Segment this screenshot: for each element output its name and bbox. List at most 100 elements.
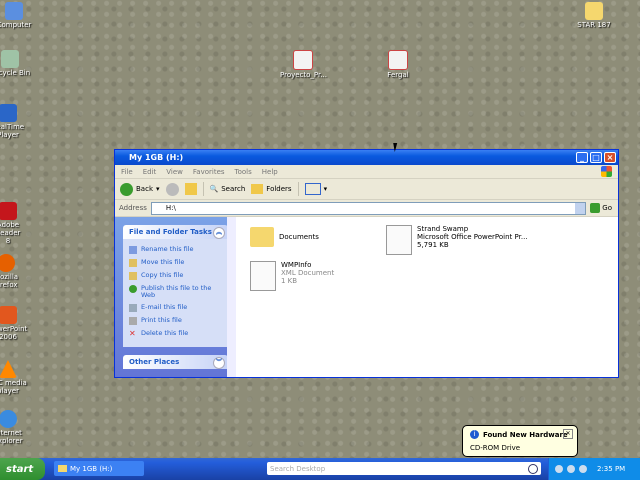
go-button[interactable]: Go	[590, 203, 612, 213]
task-email[interactable]: E-mail this file	[129, 304, 222, 312]
panel-header[interactable]: Other Places ︾	[123, 355, 228, 369]
notification-title: Found New Hardware	[483, 431, 568, 439]
toolbar-separator	[297, 182, 299, 196]
file-list: Documents Strand Swamp Microsoft Office …	[236, 217, 618, 377]
desktop-icon-label: Recycle Bin	[0, 69, 31, 77]
folder-icon	[58, 465, 67, 472]
mouse-cursor-icon	[393, 143, 403, 152]
task-rename[interactable]: Rename this file	[129, 246, 222, 254]
folders-icon	[251, 184, 264, 194]
network-icon[interactable]	[579, 465, 587, 473]
file-item-wmpinfo[interactable]: WMPInfo XML Document 1 KB	[250, 261, 334, 291]
file-folder-tasks-panel: File and Folder Tasks ︽ Rename this file…	[123, 225, 228, 347]
explorer-window[interactable]: My 1GB (H:) _ □ × File Edit View Favorit…	[114, 149, 619, 378]
panel-title: Other Places	[129, 358, 180, 366]
go-arrow-icon	[590, 203, 601, 213]
address-dropdown-button[interactable]	[575, 202, 586, 214]
taskbar-item-explorer[interactable]: My 1GB (H:)	[54, 461, 144, 476]
search-icon[interactable]	[528, 464, 538, 474]
task-move[interactable]: Move this file	[129, 259, 222, 267]
menu-tools[interactable]: Tools	[235, 168, 252, 176]
address-bar: Address H:\ Go	[115, 200, 618, 217]
go-label: Go	[602, 204, 612, 212]
search-label: Search	[221, 185, 246, 193]
window-title: My 1GB (H:)	[129, 153, 184, 162]
search-icon: 🔍	[209, 185, 219, 193]
desktop-icon-fergal[interactable]: Fergal	[376, 50, 420, 79]
title-bar[interactable]: My 1GB (H:) _ □ ×	[115, 150, 618, 165]
up-folder-button[interactable]	[184, 183, 197, 195]
hardware-icon[interactable]	[567, 465, 575, 473]
player-icon	[0, 104, 17, 122]
panel-header[interactable]: File and Folder Tasks ︽	[123, 225, 228, 239]
globe-icon	[129, 285, 137, 293]
file-type: XML Document	[281, 269, 335, 277]
window-content: File and Folder Tasks ︽ Rename this file…	[115, 217, 618, 377]
menu-view[interactable]: View	[166, 168, 183, 176]
task-copy[interactable]: Copy this file	[129, 272, 222, 280]
desktop-icon-label: Fergal	[387, 71, 409, 79]
other-places-panel: Other Places ︾	[123, 355, 228, 369]
desktop-icon-star[interactable]: STAR 187	[572, 2, 616, 29]
email-icon	[129, 304, 137, 312]
task-label: Delete this file	[141, 329, 189, 337]
tray-icon[interactable]	[555, 465, 563, 473]
task-pane-scrollbar[interactable]	[227, 217, 236, 377]
desktop-icon-vlc[interactable]: VLC media player	[0, 360, 30, 395]
back-button[interactable]: Back ▾	[120, 182, 160, 196]
desktop-icon-proyecto[interactable]: Proyecto_Pr...	[280, 50, 327, 79]
folder-icon	[585, 2, 603, 20]
file-size: 1 KB	[281, 277, 298, 285]
collapse-icon[interactable]: ︽	[213, 227, 225, 239]
powerpoint-file-icon	[293, 50, 313, 70]
task-publish[interactable]: Publish this file to the Web	[129, 285, 222, 299]
search-button[interactable]: 🔍 Search	[210, 185, 246, 193]
clock: 2:35 PM	[597, 465, 626, 473]
desktop-icon-label: STAR 187	[577, 21, 611, 29]
task-label: Print this file	[141, 316, 182, 324]
minimize-button[interactable]: _	[576, 152, 588, 163]
close-button[interactable]: ×	[604, 152, 616, 163]
menu-help[interactable]: Help	[262, 168, 278, 176]
desktop-icon-adobe-reader[interactable]: Adobe Reader 8	[0, 202, 30, 245]
menu-file[interactable]: File	[121, 168, 133, 176]
address-input[interactable]: H:\	[150, 201, 587, 215]
address-value: H:\	[165, 204, 176, 212]
panel-title: File and Folder Tasks	[129, 228, 212, 236]
views-icon	[304, 183, 321, 195]
recycle-bin-icon	[1, 50, 19, 68]
start-button[interactable]: start	[0, 458, 45, 480]
desktop-icon-recycle-bin[interactable]: Recycle Bin	[0, 50, 32, 77]
desktop-icon-firefox[interactable]: Mozilla Firefox	[0, 254, 28, 289]
file-size: 5,791 KB	[417, 241, 449, 249]
folders-button[interactable]: Folders	[251, 184, 292, 194]
task-print[interactable]: Print this file	[129, 317, 222, 325]
task-delete[interactable]: ✕ Delete this file	[129, 330, 222, 338]
toolbar: Back ▾ 🔍 Search Folders ▾	[115, 179, 618, 200]
desktop-search-input[interactable]: Search Desktop	[267, 462, 541, 475]
menu-favorites[interactable]: Favorites	[193, 168, 225, 176]
start-label: start	[6, 463, 34, 475]
desktop-icon-label: Internet Explorer	[0, 429, 23, 445]
file-item-strand-swamp[interactable]: Strand Swamp Microsoft Office PowerPoint…	[386, 225, 528, 255]
maximize-button[interactable]: □	[590, 152, 602, 163]
search-placeholder: Search Desktop	[270, 464, 326, 473]
file-item-documents[interactable]: Documents	[250, 227, 319, 247]
chevron-down-icon: ▾	[323, 185, 328, 193]
task-label: Move this file	[141, 258, 185, 266]
views-button[interactable]: ▾	[304, 183, 328, 195]
notification-balloon[interactable]: i Found New Hardware CD-ROM Drive ✕	[462, 425, 578, 457]
desktop-icon-internet-explorer[interactable]: Internet Explorer	[0, 410, 30, 445]
desktop-icon-computer[interactable]: Computer	[0, 2, 36, 29]
close-icon[interactable]: ✕	[563, 429, 573, 439]
file-name: WMPInfo	[281, 261, 312, 269]
folders-label: Folders	[266, 185, 292, 193]
forward-button[interactable]	[165, 182, 179, 196]
desktop-icon-label: Mozilla Firefox	[0, 273, 19, 289]
desktop-icon-powerpoint[interactable]: PowerPoint 2006	[0, 306, 30, 341]
desktop-icon-label: Adobe Reader 8	[0, 221, 21, 245]
expand-icon[interactable]: ︾	[213, 357, 225, 369]
powerpoint-file-icon	[386, 225, 412, 255]
menu-edit[interactable]: Edit	[143, 168, 157, 176]
desktop-icon-realtime[interactable]: RealTime Player	[0, 104, 30, 139]
